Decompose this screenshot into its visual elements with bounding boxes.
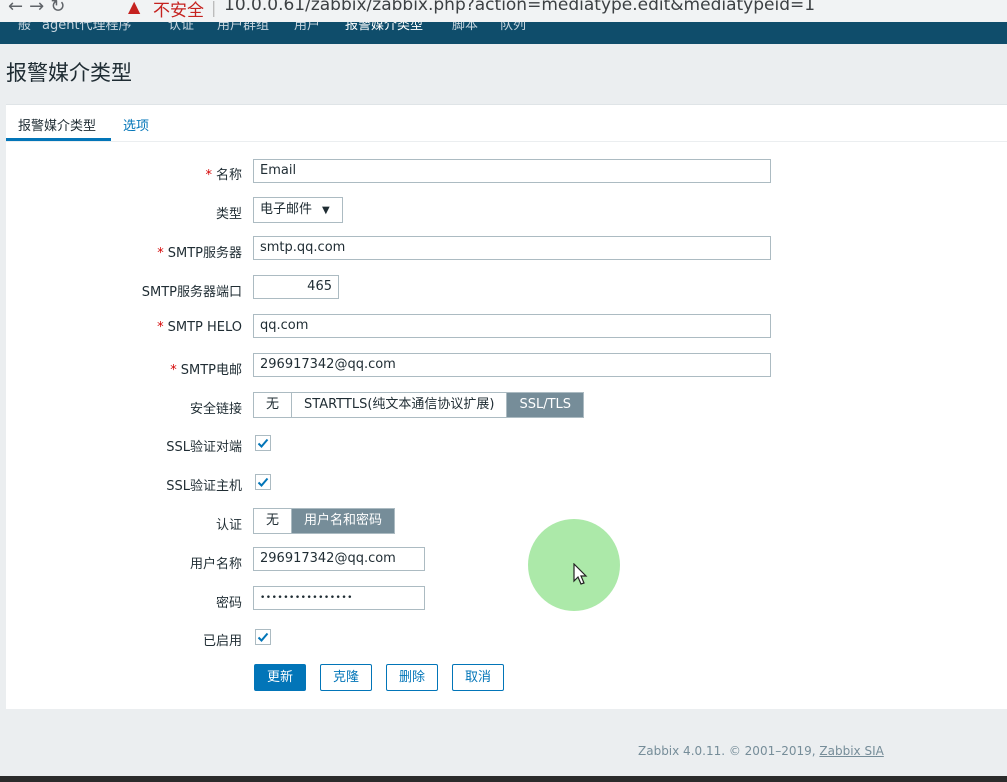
username-label: 用户名称 [189, 557, 242, 572]
mouse-pointer-icon [573, 563, 588, 585]
menu-item-users[interactable]: 用户 [294, 22, 320, 33]
smtp-helo-input[interactable]: qq.com [253, 314, 771, 338]
address-bar[interactable]: 10.0.0.61/zabbix/zabbix.php?action=media… [224, 0, 815, 15]
browser-toolbar: ←→↻ ▲ 不安全 | 10.0.0.61/zabbix/zabbix.php?… [0, 0, 1007, 22]
menu-item-user-groups[interactable]: 用户群组 [217, 22, 269, 33]
clone-button[interactable]: 克隆 [320, 664, 373, 691]
name-input[interactable]: Email [253, 159, 771, 183]
security-toggle: 无 STARTTLS(纯文本通信协议扩展) SSL/TLS [253, 392, 585, 418]
reload-icon[interactable]: ↻ [50, 0, 71, 17]
ssl-verify-host-label: SSL验证主机 [166, 479, 242, 494]
smtp-email-label: * SMTP电邮 [170, 363, 242, 378]
auth-option-password[interactable]: 用户名和密码 [292, 509, 395, 533]
forward-icon[interactable]: → [29, 0, 50, 17]
checkmark-icon [257, 438, 269, 448]
security-option-starttls[interactable]: STARTTLS(纯文本通信协议扩展) [292, 393, 508, 417]
auth-label: 认证 [215, 518, 242, 533]
security-label: 安全链接 [189, 402, 242, 417]
update-button[interactable]: 更新 [254, 664, 307, 691]
username-input[interactable]: 296917342@qq.com [253, 547, 425, 571]
back-icon[interactable]: ← [8, 0, 29, 17]
tab-media-type[interactable]: 报警媒介类型 [18, 115, 96, 134]
menu-item-media-types[interactable]: 报警媒介类型 [345, 22, 423, 33]
delete-button[interactable]: 删除 [386, 664, 439, 691]
smtp-email-input[interactable]: 296917342@qq.com [253, 353, 771, 377]
menu-item-agent[interactable]: agent代理程序 [42, 22, 132, 33]
enabled-checkbox[interactable] [255, 629, 271, 645]
checkmark-icon [257, 477, 269, 487]
chevron-down-icon: ▼ [322, 205, 330, 216]
password-label: 密码 [215, 596, 242, 611]
smtp-server-input[interactable]: smtp.qq.com [253, 236, 771, 260]
type-select[interactable]: 电子邮件 ▼ [253, 197, 343, 223]
menu-item[interactable]: 般 [18, 22, 31, 33]
smtp-server-label: * SMTP服务器 [157, 246, 242, 261]
cancel-button[interactable]: 取消 [452, 664, 505, 691]
menu-item-auth[interactable]: 认证 [168, 22, 194, 33]
ssl-verify-host-checkbox[interactable] [255, 474, 271, 490]
enabled-label: 已启用 [202, 634, 242, 649]
menu-item-scripts[interactable]: 脚本 [452, 22, 478, 33]
checkmark-icon [257, 632, 269, 642]
name-label: * 名称 [205, 168, 242, 183]
footer-link[interactable]: Zabbix SIA [819, 744, 883, 758]
form-card: 报警媒介类型 选项 * 名称 Email 类型 电子邮件 ▼ * SMTP服务器 sm… [6, 104, 1007, 709]
footer: Zabbix 4.0.11. © 2001–2019, Zabbix SIA [638, 744, 884, 758]
smtp-port-label: SMTP服务器端口 [141, 285, 242, 300]
security-option-none[interactable]: 无 [254, 393, 293, 417]
tab-bar: 报警媒介类型 选项 [6, 105, 1007, 142]
type-label: 类型 [215, 207, 242, 222]
warning-icon: ▲ [128, 0, 141, 16]
password-input[interactable]: •••••••••••••••• [253, 586, 425, 610]
auth-toggle: 无 用户名和密码 [253, 508, 396, 534]
page-title: 报警媒介类型 [6, 61, 132, 85]
browser-nav: ←→↻ [8, 0, 71, 17]
taskbar-edge [0, 776, 1007, 782]
ssl-verify-peer-label: SSL验证对端 [166, 440, 242, 455]
menu-item-queue[interactable]: 队列 [500, 22, 526, 33]
smtp-port-input[interactable]: 465 [253, 275, 339, 299]
auth-option-none[interactable]: 无 [254, 509, 293, 533]
ssl-verify-peer-checkbox[interactable] [255, 435, 271, 451]
smtp-helo-label: * SMTP HELO [157, 320, 242, 335]
main-menu: 般 agent代理程序 认证 用户群组 用户 报警媒介类型 脚本 队列 [0, 22, 1007, 44]
security-label[interactable]: 不安全 [153, 0, 204, 21]
security-option-ssl-tls[interactable]: SSL/TLS [507, 393, 584, 417]
active-tab-indicator [6, 138, 111, 141]
url-separator: | [211, 0, 217, 17]
tab-options[interactable]: 选项 [123, 115, 149, 134]
footer-text: Zabbix 4.0.11. © 2001–2019, [638, 744, 820, 758]
